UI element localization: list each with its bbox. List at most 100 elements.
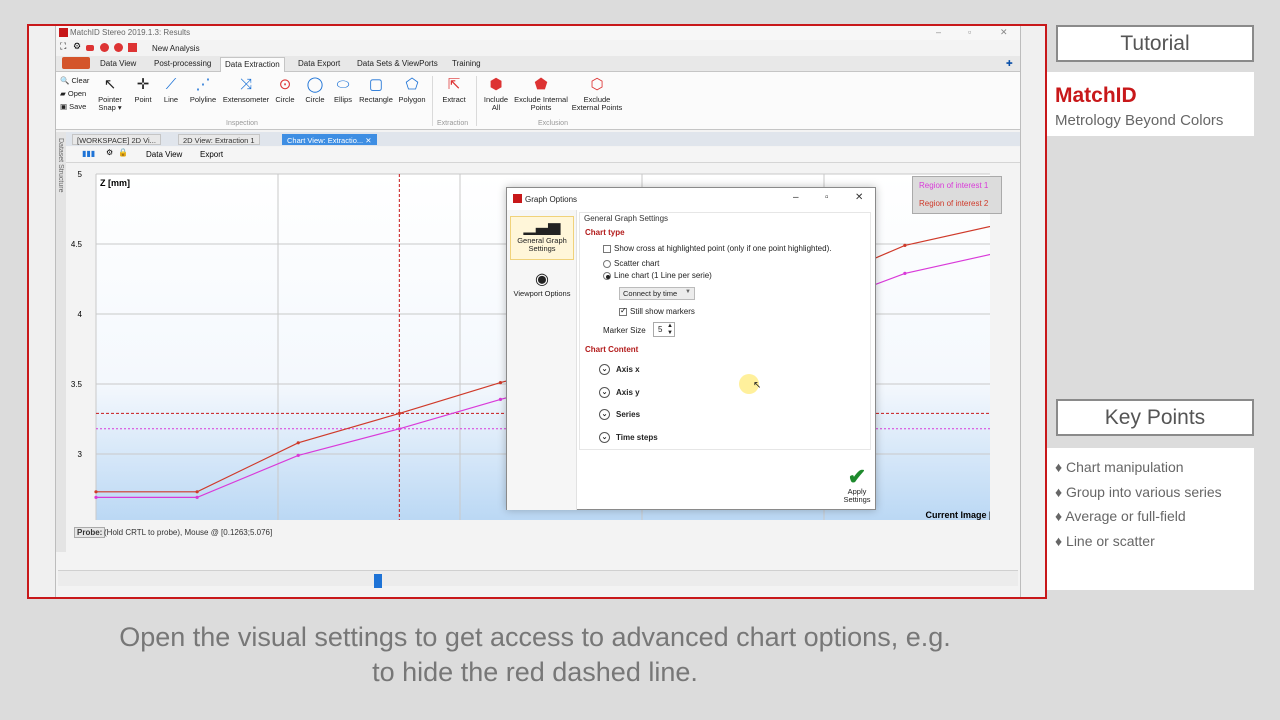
document-tabs: [WORKSPACE] 2D Vi... 2D View: Extraction… <box>56 132 1020 146</box>
scatter-radio[interactable] <box>603 259 611 268</box>
tab-post-processing[interactable]: Post-processing <box>150 59 215 68</box>
series-expander[interactable]: ⌄ Series <box>599 409 640 420</box>
y-tick-label: 4 <box>78 310 83 319</box>
circle-3pt-button[interactable]: ◯ Circle <box>302 76 328 104</box>
tab-chart-view-label: Chart View: Extractio... <box>287 136 364 145</box>
eye-icon: ◉ <box>535 271 549 288</box>
dialog-maximize-icon[interactable]: ▫ <box>825 192 829 203</box>
point-label: Point <box>134 95 152 104</box>
inspection-group-label: Inspection <box>226 120 258 127</box>
language-flag-icon[interactable]: ✚ <box>1002 59 1017 68</box>
exclude-external-button[interactable]: ⬡ Exclude External Points <box>570 76 624 112</box>
ellips-label: Ellips <box>334 95 352 104</box>
chart-legend[interactable]: Region of interest 1 Region of interest … <box>912 176 1002 214</box>
line-chart-row[interactable]: Line chart (1 Line per serie) <box>603 271 712 280</box>
data-point-roi-2 <box>195 490 199 494</box>
tab-workspace-2d[interactable]: [WORKSPACE] 2D Vi... <box>72 134 161 145</box>
still-markers-label: Still show markers <box>630 307 695 316</box>
include-all-button[interactable]: ⬢ Include All <box>480 76 512 112</box>
key-points-header: Key Points <box>1056 399 1254 436</box>
exclusion-group-label: Exclusion <box>538 120 568 127</box>
time-steps-label: Time steps <box>616 433 658 442</box>
nav-viewport-options[interactable]: ◉ Viewport Options <box>510 270 574 310</box>
tab-data-extraction[interactable]: Data Extraction <box>220 57 285 72</box>
dialog-minimize-icon[interactable]: – <box>793 192 799 203</box>
line-chart-radio[interactable] <box>603 271 611 280</box>
brand-name: MatchID <box>1055 84 1137 107</box>
title-bar: MatchID Stereo 2019.1.3: Results – ▫ ✕ <box>56 26 1020 40</box>
line-button[interactable]: ⟋ Line <box>158 76 184 104</box>
file-menu-button[interactable] <box>62 57 90 69</box>
connect-by-dropdown[interactable]: Connect by time ▼ <box>619 287 695 300</box>
extract-icon: ⇱ <box>447 76 461 93</box>
time-slider-thumb[interactable] <box>374 574 382 588</box>
axis-y-expander[interactable]: ⌄ Axis y <box>599 387 640 398</box>
minimize-icon[interactable]: – <box>936 27 941 37</box>
point-button[interactable]: ✛ Point <box>130 76 156 104</box>
chevron-down-icon: ⌄ <box>599 409 610 420</box>
scatter-row[interactable]: Scatter chart <box>603 259 659 268</box>
exclude-internal-button[interactable]: ⬟ Exclude Internal Points <box>514 76 568 112</box>
stepper-arrows-icon[interactable]: ▲ ▼ <box>667 323 673 337</box>
show-cross-row[interactable]: Show cross at highlighted point (only if… <box>603 244 831 253</box>
show-cross-checkbox[interactable] <box>603 244 611 253</box>
y-tick-label: 4.5 <box>71 240 83 249</box>
caption-line-2: to hide the red dashed line. <box>372 657 698 687</box>
tutorial-header: Tutorial <box>1056 25 1254 62</box>
ribbon-tabs: Data View Post-processing Data Extractio… <box>56 56 1020 72</box>
pointer-snap-label: Pointer Snap ▾ <box>98 95 122 112</box>
y-tick-label: 3 <box>78 450 83 459</box>
key-point-item: ♦ Average or full-field <box>1055 508 1186 524</box>
x-axis-label: Current Image [#] <box>925 510 990 520</box>
dialog-close-icon[interactable]: ✕ <box>855 192 863 203</box>
ellipse-icon: ⬭ <box>336 76 350 93</box>
maximize-icon[interactable]: ▫ <box>968 27 971 37</box>
dialog-logo-icon <box>513 194 522 203</box>
tab-chart-view[interactable]: Chart View: Extractio... ✕ <box>282 134 377 145</box>
group-separator <box>476 76 477 126</box>
extract-button[interactable]: ⇱ Extract <box>436 76 472 104</box>
still-markers-checkbox[interactable] <box>619 306 627 316</box>
save-button[interactable]: ▣ Save <box>60 102 86 111</box>
marker-size-label: Marker Size <box>603 326 646 335</box>
close-icon[interactable]: ✕ <box>1000 27 1008 38</box>
connect-by-value: Connect by time <box>623 289 678 298</box>
export-icon[interactable] <box>128 43 137 52</box>
open-button[interactable]: ▰ Open <box>60 89 86 98</box>
polygon-button[interactable]: ⬠ Polygon <box>396 76 428 104</box>
still-markers-row[interactable]: Still show markers <box>619 306 695 316</box>
chart-content-header: Chart Content <box>585 345 639 354</box>
rectangle-button[interactable]: ▢ Rectangle <box>358 76 394 104</box>
apply-settings-button[interactable]: ✔ Apply Settings <box>837 466 877 504</box>
axis-x-expander[interactable]: ⌄ Axis x <box>599 364 640 375</box>
polyline-button[interactable]: ⋰ Polyline <box>186 76 220 104</box>
marker-size-stepper[interactable]: 5 ▲ ▼ <box>653 322 675 337</box>
time-slider[interactable] <box>58 570 1018 588</box>
extensometer-button[interactable]: ⤨ Extensometer <box>222 76 270 104</box>
circle-button[interactable]: ⊙ Circle <box>272 76 298 104</box>
close-tab-icon[interactable]: ✕ <box>365 136 371 145</box>
tab-training[interactable]: Training <box>448 59 485 68</box>
tab-data-sets-viewports[interactable]: Data Sets & ViewPorts <box>353 59 442 68</box>
y-tick-label: 3.5 <box>71 380 83 389</box>
ellips-button[interactable]: ⬭ Ellips <box>330 76 356 104</box>
new-analysis-button[interactable]: New Analysis <box>152 44 200 53</box>
tab-2d-view-extraction[interactable]: 2D View: Extraction 1 <box>178 134 260 145</box>
extensometer-label: Extensometer <box>222 95 270 104</box>
gear-icon[interactable]: ⚙ <box>73 41 82 51</box>
mouse-cursor-icon: ↖ <box>753 380 762 391</box>
record-icon[interactable] <box>114 43 123 52</box>
time-steps-expander[interactable]: ⌄ Time steps <box>599 432 658 443</box>
extensometer-icon: ⤨ <box>239 76 252 93</box>
undo-icon[interactable] <box>86 45 94 51</box>
pointer-snap-button[interactable]: ↖ Pointer Snap ▾ <box>94 76 126 112</box>
tab-data-export[interactable]: Data Export <box>294 59 344 68</box>
clear-button[interactable]: 🔍 Clear <box>60 76 89 85</box>
tab-data-view[interactable]: Data View <box>96 59 140 68</box>
nav-general-graph-settings[interactable]: ▁▃▅ General Graph Settings <box>510 216 574 260</box>
grid-icon[interactable]: ⛶ <box>60 41 69 51</box>
data-point-roi-2 <box>397 411 401 415</box>
stop-icon[interactable] <box>100 43 109 52</box>
legend-entry-roi-2: Region of interest 2 <box>919 199 989 208</box>
clear-label: Clear <box>71 76 90 85</box>
